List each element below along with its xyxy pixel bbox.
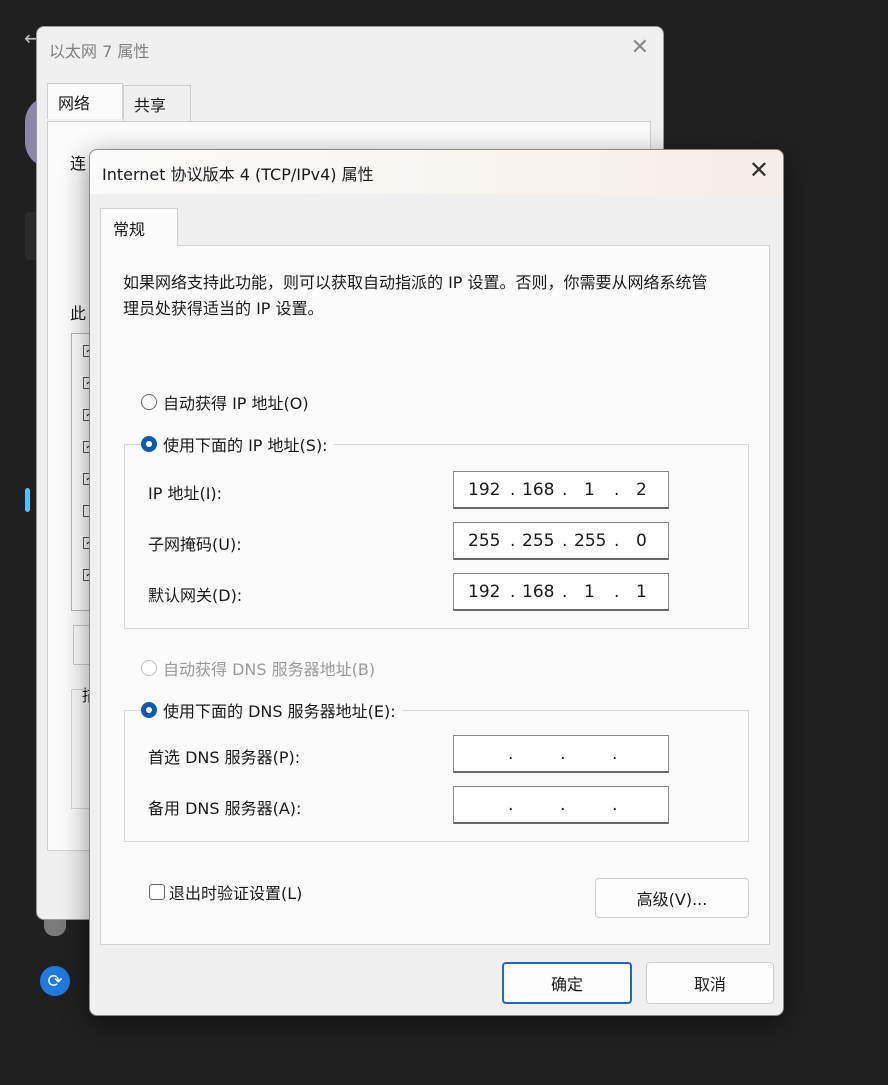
dns-separator: . [560,795,566,815]
ip-separator: . [562,480,568,500]
gateway-octet-1: 192 [468,582,501,602]
auto-dns-radio[interactable] [141,660,157,676]
ip-separator: . [614,480,620,500]
gateway-separator: . [510,582,516,602]
tab-sharing[interactable]: 共享 [123,85,191,121]
background-close-icon[interactable]: ✕ [631,35,649,60]
dns-separator: . [612,744,618,764]
auto-ip-label: 自动获得 IP 地址(O) [163,394,309,413]
gateway-octet-3: 1 [584,582,595,602]
dns-separator: . [612,795,618,815]
subnet-octet-4: 0 [636,531,647,551]
manual-ip-label: 使用下面的 IP 地址(S): [163,436,328,455]
manual-dns-radio[interactable] [141,702,157,718]
subnet-separator: . [614,531,620,551]
tab-network[interactable]: 网络 [47,83,123,119]
alternate-dns-label: 备用 DNS 服务器(A): [148,799,302,818]
gateway-octet-2: 168 [522,582,555,602]
gateway-separator: . [562,582,568,602]
default-gateway-input[interactable]: 192 . 168 . 1 . 1 [453,573,669,611]
subnet-mask-input[interactable]: 255 . 255 . 255 . 0 [453,522,669,560]
connect-using-label: 连 [70,154,87,173]
dialog-title: Internet 协议版本 4 (TCP/IPv4) 属性 [102,165,374,184]
ip-address-label: IP 地址(I): [148,484,223,503]
dialog-titlebar: Internet 协议版本 4 (TCP/IPv4) 属性 ✕ [90,150,783,194]
subnet-separator: . [562,531,568,551]
close-icon[interactable]: ✕ [749,156,769,184]
ip-octet-3: 1 [584,480,595,500]
background-window-title: 以太网 7 属性 [49,42,150,61]
ipv4-properties-dialog: Internet 协议版本 4 (TCP/IPv4) 属性 ✕ 常规 如果网络支… [89,149,784,1016]
refresh-icon[interactable]: ⟳ [40,966,70,996]
gateway-separator: . [614,582,620,602]
auto-dns-option[interactable]: 自动获得 DNS 服务器地址(B) [141,656,382,680]
items-label: 此 [70,304,87,323]
gateway-octet-4: 1 [636,582,647,602]
default-gateway-label: 默认网关(D): [148,586,243,605]
manual-dns-label: 使用下面的 DNS 服务器地址(E): [163,702,396,721]
ip-octet-4: 2 [636,480,647,500]
manual-dns-option[interactable]: 使用下面的 DNS 服务器地址(E): [141,698,402,722]
ip-octet-1: 192 [468,480,501,500]
alternate-dns-input[interactable]: . . . [453,786,669,824]
general-panel: 如果网络支持此功能，则可以获取自动指派的 IP 设置。否则，你需要从网络系统管理… [100,245,770,945]
cancel-button[interactable]: 取消 [646,962,774,1004]
dns-separator: . [560,744,566,764]
validate-settings-option[interactable]: 退出时验证设置(L) [149,880,302,904]
validate-settings-label: 退出时验证设置(L) [169,884,303,903]
auto-ip-radio[interactable] [141,394,157,410]
subnet-octet-3: 255 [574,531,607,551]
auto-dns-label: 自动获得 DNS 服务器地址(B) [163,660,376,679]
ip-separator: . [510,480,516,500]
background-titlebar: 以太网 7 属性 ✕ [37,27,663,71]
sidebar-selection-indicator [25,488,30,512]
preferred-dns-input[interactable]: . . . [453,735,669,773]
ip-octet-2: 168 [522,480,555,500]
validate-settings-checkbox[interactable] [149,884,165,900]
preferred-dns-label: 首选 DNS 服务器(P): [148,748,301,767]
advanced-button[interactable]: 高级(V)... [595,878,749,918]
subnet-octet-1: 255 [468,531,501,551]
dns-separator: . [508,744,514,764]
description-text: 如果网络支持此功能，则可以获取自动指派的 IP 设置。否则，你需要从网络系统管理… [123,273,708,318]
subnet-separator: . [510,531,516,551]
dns-separator: . [508,795,514,815]
ip-address-input[interactable]: 192 . 168 . 1 . 2 [453,471,669,509]
manual-ip-option[interactable]: 使用下面的 IP 地址(S): [141,432,334,456]
manual-ip-radio[interactable] [141,436,157,452]
tab-general[interactable]: 常规 [100,208,178,246]
subnet-mask-label: 子网掩码(U): [148,535,242,554]
ok-button[interactable]: 确定 [502,962,632,1004]
description-group [71,689,91,809]
auto-ip-option[interactable]: 自动获得 IP 地址(O) [141,390,315,414]
subnet-octet-2: 255 [522,531,555,551]
